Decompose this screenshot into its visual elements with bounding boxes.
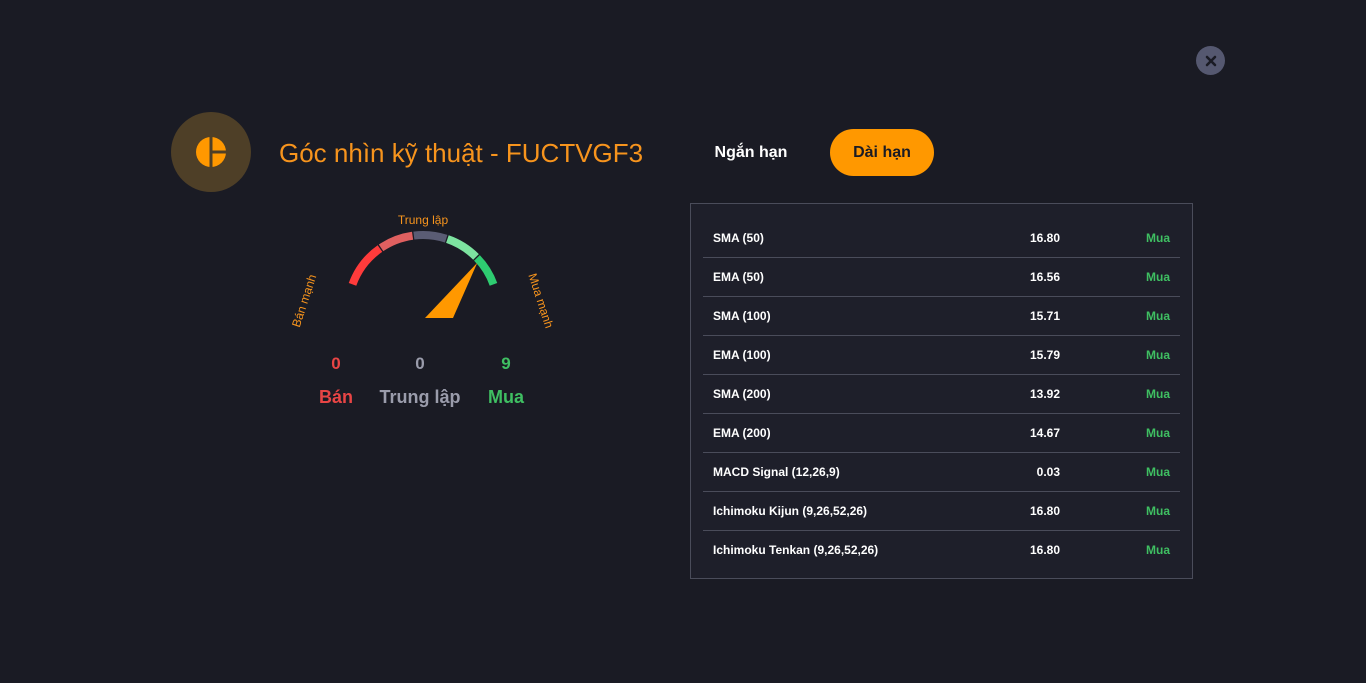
indicator-name: EMA (100) xyxy=(713,348,771,362)
indicator-value: 14.67 xyxy=(1029,426,1060,440)
indicator-name: SMA (50) xyxy=(713,231,764,245)
indicator-value: 16.80 xyxy=(1029,504,1060,518)
indicator-action: Mua xyxy=(1146,504,1170,518)
indicator-name: EMA (200) xyxy=(713,426,771,440)
indicator-action: Mua xyxy=(1146,231,1170,245)
indicator-name: SMA (100) xyxy=(713,309,771,323)
buy-label: Mua xyxy=(488,387,524,407)
gauge-label-neutral: Trung lập xyxy=(398,213,449,227)
neutral-count: 0 xyxy=(415,354,425,373)
table-row: SMA (200) 13.92 Mua xyxy=(703,375,1180,414)
neutral-summary: 0 Trung lập xyxy=(375,352,465,412)
indicator-action: Mua xyxy=(1146,465,1170,479)
sell-summary: 0 Bán xyxy=(291,352,381,412)
tab-short-term[interactable]: Ngắn hạn xyxy=(700,130,802,175)
indicator-name: SMA (200) xyxy=(713,387,771,401)
buy-summary: 9 Mua xyxy=(461,352,551,412)
gauge-segment-strong-sell xyxy=(348,245,383,286)
table-row: EMA (50) 16.56 Mua xyxy=(703,258,1180,297)
table-row: EMA (100) 15.79 Mua xyxy=(703,336,1180,375)
pie-chart-icon xyxy=(196,137,226,167)
neutral-label: Trung lập xyxy=(379,387,461,407)
gauge-segment-neutral xyxy=(413,231,448,243)
table-row: Ichimoku Kijun (9,26,52,26) 16.80 Mua xyxy=(703,492,1180,531)
page-title: Góc nhìn kỹ thuật - FUCTVGF3 xyxy=(279,138,644,168)
indicator-action: Mua xyxy=(1146,387,1170,401)
indicator-action: Mua xyxy=(1146,426,1170,440)
table-row: Ichimoku Tenkan (9,26,52,26) 16.80 Mua xyxy=(703,531,1180,570)
indicator-table: SMA (50) 16.80 Mua EMA (50) 16.56 Mua SMA (100… xyxy=(690,203,1193,579)
table-row: SMA (100) 15.71 Mua xyxy=(703,297,1180,336)
gauge-needle xyxy=(425,262,478,318)
gauge-label-strong-sell: Bán mạnh xyxy=(289,273,319,329)
table-row: MACD Signal (12,26,9) 0.03 Mua xyxy=(703,453,1180,492)
gauge-segment-buy xyxy=(445,235,479,260)
table-row: SMA (50) 16.80 Mua xyxy=(703,219,1180,258)
signal-summary: 0 Bán 0 Trung lập 9 Mua xyxy=(300,352,540,412)
indicator-value: 15.71 xyxy=(1029,309,1060,323)
indicator-action: Mua xyxy=(1146,348,1170,362)
gauge-segment-sell xyxy=(378,231,414,252)
indicator-value: 16.80 xyxy=(1029,543,1060,557)
tab-long-term[interactable]: Dài hạn xyxy=(830,129,934,176)
indicator-name: MACD Signal (12,26,9) xyxy=(713,465,840,479)
sentiment-gauge: Trung lập Bán mạnh Mua mạnh xyxy=(289,213,556,330)
indicator-value: 13.92 xyxy=(1029,387,1060,401)
indicator-action: Mua xyxy=(1146,543,1170,557)
indicator-name: Ichimoku Kijun (9,26,52,26) xyxy=(713,504,868,518)
indicator-value: 0.03 xyxy=(1036,465,1060,479)
indicator-action: Mua xyxy=(1146,309,1170,323)
gauge-label-strong-buy: Mua mạnh xyxy=(525,272,556,330)
technical-view-modal: Góc nhìn kỹ thuật - FUCTVGF3 Ngắn hạn Dà… xyxy=(0,0,1366,683)
indicator-value: 16.56 xyxy=(1029,270,1060,284)
sell-count: 0 xyxy=(331,354,341,373)
logo xyxy=(171,112,251,192)
indicator-action: Mua xyxy=(1146,270,1170,284)
indicator-name: EMA (50) xyxy=(713,270,764,284)
close-icon xyxy=(1205,55,1216,66)
indicator-value: 15.79 xyxy=(1029,348,1060,362)
buy-count: 9 xyxy=(501,354,511,373)
indicator-value: 16.80 xyxy=(1029,231,1060,245)
table-row: EMA (200) 14.67 Mua xyxy=(703,414,1180,453)
sell-label: Bán xyxy=(318,387,353,407)
gauge-segment-strong-buy xyxy=(473,255,498,286)
indicator-name: Ichimoku Tenkan (9,26,52,26) xyxy=(713,543,879,557)
close-button[interactable] xyxy=(1196,46,1225,75)
